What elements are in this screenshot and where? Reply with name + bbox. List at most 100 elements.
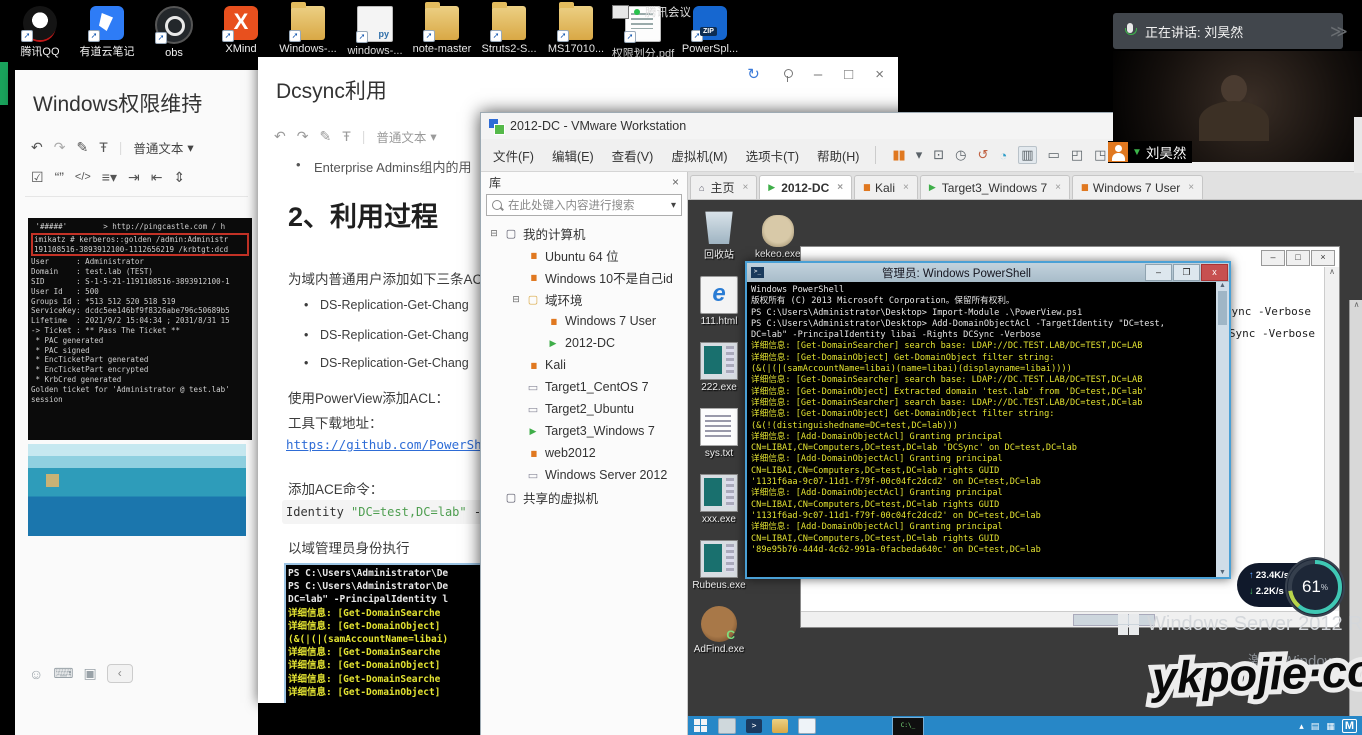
menu-item[interactable]: 选项卡(T) xyxy=(746,146,799,165)
keyboard-icon[interactable]: ⌨ xyxy=(53,665,73,682)
vm-tree-item[interactable]: ▮▮ web2012 xyxy=(481,442,687,464)
vm-desktop-icon[interactable]: AdFind.exe xyxy=(690,606,748,655)
console-taskbar-button[interactable]: C:\_ xyxy=(892,717,924,735)
ctrl-alt-del-icon[interactable]: ⊡ xyxy=(933,147,944,163)
desktop-icon[interactable]: ➚ MS17010... xyxy=(544,6,608,61)
vm-tree-item[interactable]: ▶ 2012-DC xyxy=(481,332,687,354)
meeting-tray-chip[interactable]: 腾讯会议 xyxy=(612,4,691,20)
tray-status-icon[interactable]: ▤ xyxy=(1311,721,1320,732)
maximize-icon[interactable]: □ xyxy=(844,66,853,83)
notepad-taskbar-icon[interactable] xyxy=(798,718,816,734)
menu-item[interactable]: 查看(V) xyxy=(612,146,654,165)
maximize-button[interactable]: □ xyxy=(1286,250,1310,266)
snapshot-take-icon[interactable]: ◷ xyxy=(955,147,966,163)
server-manager-icon[interactable] xyxy=(718,718,736,734)
snapshot-revert-icon[interactable]: ↺ xyxy=(977,147,988,163)
align-icon[interactable]: ≡▾ xyxy=(102,169,117,186)
refresh-icon[interactable]: ↻ xyxy=(747,65,760,83)
paragraph-style-dropdown[interactable]: 普通文本▾ xyxy=(376,127,436,146)
tray-m-icon[interactable]: M xyxy=(1342,719,1357,733)
powershell-window[interactable]: >_ 管理员: Windows PowerShell – ❐ x Windows… xyxy=(745,261,1231,579)
vm-tab[interactable]: ⌂ 主页 × xyxy=(690,175,757,199)
undo-icon[interactable]: ↶ xyxy=(31,139,43,156)
unity-icon[interactable]: ◳ xyxy=(1094,147,1106,163)
eraser-icon[interactable]: ✎ xyxy=(76,139,88,156)
vm-tree-item[interactable]: ▢ 共享的虚拟机 xyxy=(481,486,687,508)
snapshot-manager-icon[interactable]: ◔ xyxy=(999,148,1007,163)
desktop-icon[interactable]: ➚ Struts2-S... xyxy=(477,6,541,61)
vm-tab[interactable]: ▶ 2012-DC × xyxy=(759,175,852,199)
vm-tree-item[interactable]: ⊟ ▢ 我的计算机 xyxy=(481,222,687,244)
close-icon[interactable]: × xyxy=(875,66,884,83)
pause-dropdown-icon[interactable]: ▾ xyxy=(916,147,923,163)
vm-desktop-icon[interactable]: e 111.html xyxy=(690,276,748,327)
chevron-down-icon[interactable]: ▾ xyxy=(671,200,676,211)
close-button[interactable]: × xyxy=(1311,250,1335,266)
tree-expander-icon[interactable]: ⊟ xyxy=(489,228,499,239)
vm-tree-item[interactable]: ▮▮ Kali xyxy=(481,354,687,376)
menu-item[interactable]: 虚拟机(M) xyxy=(671,146,727,165)
vm-tree-item[interactable]: ▮▮ Windows 10不是自己id xyxy=(481,266,687,288)
tab-close-icon[interactable]: × xyxy=(742,182,748,193)
tray-network-icon[interactable]: ▦ xyxy=(1326,721,1335,732)
library-search-input[interactable]: 在此处键入内容进行搜索 ▾ xyxy=(486,194,682,216)
pause-button-icon[interactable]: ▮▮ xyxy=(892,147,904,163)
powershell-titlebar[interactable]: >_ 管理员: Windows PowerShell – ❐ x xyxy=(747,263,1229,282)
library-close-icon[interactable]: × xyxy=(672,175,679,189)
meeting-member-chip[interactable]: ▼ 刘昊然 xyxy=(1108,141,1192,163)
tab-close-icon[interactable]: × xyxy=(903,182,909,193)
format-painter-icon[interactable]: Ŧ xyxy=(99,139,108,155)
vm-tree-item[interactable]: ▭ Windows Server 2012 xyxy=(481,464,687,486)
vm-desktop-icon[interactable]: sys.txt xyxy=(690,408,748,459)
vm-desktop-icon[interactable]: 回收站 xyxy=(690,208,748,261)
powershell-scrollbar[interactable]: ▲▼ xyxy=(1216,282,1229,577)
scrollbar-thumb[interactable] xyxy=(1218,291,1227,325)
vm-desktop-icon[interactable]: Rubeus.exe xyxy=(690,540,748,591)
desktop-icon[interactable]: ➚ 有道云笔记 xyxy=(75,6,139,61)
close-button[interactable]: x xyxy=(1201,264,1228,281)
collapse-chevron-button[interactable]: ‹ xyxy=(107,664,133,683)
vm-tab[interactable]: ▮▮ Kali × xyxy=(854,175,918,199)
vm-tree-item[interactable]: ▶ Target3_Windows 7 xyxy=(481,420,687,442)
quote-icon[interactable]: “” xyxy=(55,169,64,185)
redo-icon[interactable]: ↷ xyxy=(54,139,66,156)
vm-tree-item[interactable]: ⊟ ▢ 域环境 xyxy=(481,288,687,310)
vm-tree-item[interactable]: ▭ Target1_CentOS 7 xyxy=(481,376,687,398)
thumbnail-bar-icon[interactable]: ▭ xyxy=(1048,147,1060,163)
tree-expander-icon[interactable]: ⊟ xyxy=(511,294,521,305)
desktop-icon[interactable]: ➚ 腾讯QQ xyxy=(8,6,72,61)
vm-desktop-icon[interactable]: xxx.exe xyxy=(690,474,748,525)
redo-icon[interactable]: ↷ xyxy=(297,128,309,145)
indent-right-icon[interactable]: ⇥ xyxy=(128,169,140,186)
vm-tree-item[interactable]: ▭ Target2_Ubuntu xyxy=(481,398,687,420)
vm-tab[interactable]: ▮▮ Windows 7 User × xyxy=(1072,175,1203,199)
line-height-icon[interactable]: ⇕ xyxy=(173,169,185,186)
powershell-output[interactable]: Windows PowerShell版权所有 (C) 2013 Microsof… xyxy=(747,282,1216,577)
vm-tree-item[interactable]: ▮▮ Windows 7 User xyxy=(481,310,687,332)
desktop-icon[interactable]: X➚ XMind xyxy=(209,6,273,61)
maximize-button[interactable]: ❐ xyxy=(1173,264,1200,281)
paragraph-style-dropdown[interactable]: 普通文本▾ xyxy=(133,138,193,157)
desktop-icon[interactable]: ➚ Windows-... xyxy=(276,6,340,61)
tab-close-icon[interactable]: × xyxy=(1055,182,1061,193)
desktop-icon[interactable]: ➚ obs xyxy=(142,6,206,61)
emoji-icon[interactable]: ☺ xyxy=(29,666,43,682)
pin-icon[interactable] xyxy=(782,69,792,79)
indent-left-icon[interactable]: ⇤ xyxy=(151,169,163,186)
minimize-button[interactable]: – xyxy=(1261,250,1285,266)
desktop-icon[interactable]: ➚ windows-... xyxy=(343,6,407,61)
minimize-icon[interactable]: – xyxy=(814,66,822,83)
menu-item[interactable]: 文件(F) xyxy=(493,146,534,165)
vm-screen[interactable]: 回收站 e 111.html 222.exe xyxy=(688,200,1362,716)
powershell-taskbar-icon[interactable]: > xyxy=(746,719,762,733)
undo-icon[interactable]: ↶ xyxy=(274,128,286,145)
checklist-icon[interactable]: ☑ xyxy=(31,169,44,186)
memory-gauge[interactable]: 61% xyxy=(1285,557,1345,617)
explorer-icon[interactable] xyxy=(772,719,788,733)
vm-tab[interactable]: ▶ Target3_Windows 7 × xyxy=(920,175,1070,199)
tray-expand-icon[interactable]: ▴ xyxy=(1299,721,1304,732)
screenshot-icon[interactable]: ▣ xyxy=(84,665,97,682)
menu-item[interactable]: 编辑(E) xyxy=(552,146,594,165)
menu-item[interactable]: 帮助(H) xyxy=(817,146,859,165)
eraser-icon[interactable]: ✎ xyxy=(319,128,331,145)
